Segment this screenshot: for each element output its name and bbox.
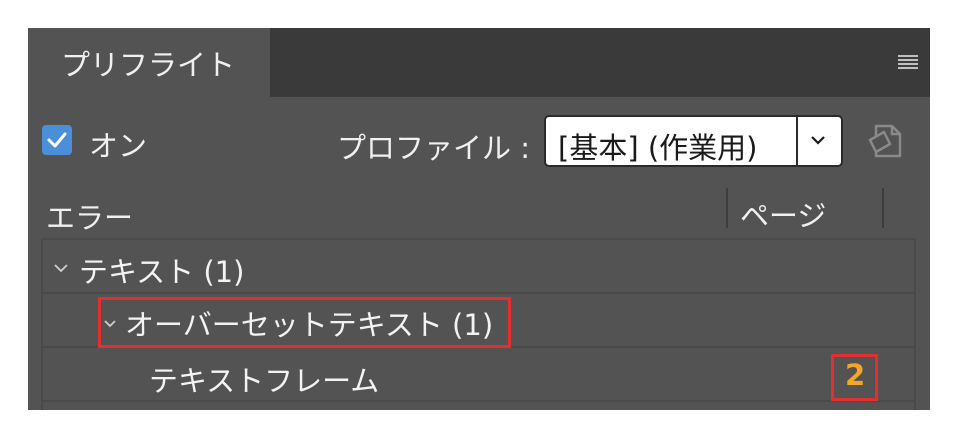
chevron-down-icon[interactable] <box>53 263 69 273</box>
chevron-down-icon[interactable] <box>103 319 117 328</box>
list-item-label: オーバーセットテキスト (1) <box>125 308 494 342</box>
list-item[interactable]: テキスト (1) <box>43 240 914 294</box>
profile-dropdown-button[interactable] <box>796 117 841 165</box>
list-item[interactable]: オーバーセットテキスト (1) <box>43 294 914 348</box>
list-item-label: テキストフレーム <box>149 364 380 398</box>
column-header-page[interactable]: ページ <box>740 193 826 235</box>
profile-select-value: [基本] (作業用) <box>558 131 758 165</box>
load-profile-icon[interactable] <box>866 120 908 162</box>
panel-menu-icon[interactable] <box>898 55 918 69</box>
page-number-link[interactable]: 2 <box>845 358 865 392</box>
on-label: オン <box>89 129 148 163</box>
tab-preflight[interactable]: プリフライト <box>28 28 270 97</box>
on-checkbox[interactable] <box>42 125 72 155</box>
column-header-error[interactable]: エラー <box>46 195 133 237</box>
tab-bar: プリフライト <box>28 28 930 97</box>
list-item[interactable]: テキストフレーム 2 <box>43 348 914 402</box>
profile-label: プロファイル : <box>337 131 530 165</box>
chevron-down-icon <box>811 136 825 145</box>
profile-select[interactable]: [基本] (作業用) <box>544 115 843 167</box>
checkmark-icon <box>47 132 67 148</box>
column-divider[interactable] <box>726 188 728 228</box>
error-list: テキスト (1) オーバーセットテキスト (1) テキストフレーム 2 <box>41 238 916 410</box>
column-divider[interactable] <box>882 188 884 228</box>
preflight-panel: プリフライト オン プロファイル : [基本] (作業用) エラー ページ テキ… <box>28 28 930 410</box>
list-item-label: テキスト (1) <box>79 255 245 289</box>
